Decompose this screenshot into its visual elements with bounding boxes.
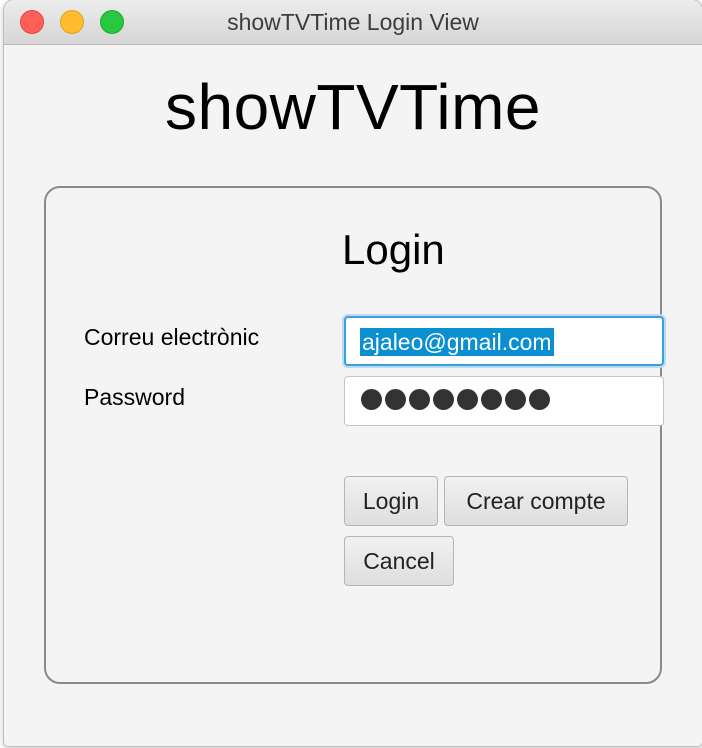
window-title: showTVTime Login View <box>227 9 479 35</box>
login-window: showTVTime Login View showTVTime Login C… <box>4 0 702 746</box>
password-mask-dot <box>481 389 502 410</box>
email-field[interactable]: ajaleo@gmail.com <box>344 316 664 366</box>
password-label: Password <box>84 384 185 410</box>
app-title: showTVTime <box>164 71 542 143</box>
email-field-value: ajaleo@gmail.com <box>360 328 554 356</box>
email-label: Correu electrònic <box>84 324 260 350</box>
password-mask-dot <box>529 389 550 410</box>
password-mask-dot <box>409 389 430 410</box>
login-heading: Login <box>342 226 445 273</box>
title-bar[interactable]: showTVTime Login View <box>4 0 702 45</box>
password-mask-dot <box>457 389 478 410</box>
login-button[interactable]: Login <box>344 476 438 526</box>
cancel-button[interactable]: Cancel <box>344 536 454 586</box>
password-mask <box>361 389 550 410</box>
create-account-button[interactable]: Crear compte <box>444 476 628 526</box>
password-mask-dot <box>385 389 406 410</box>
password-mask-dot <box>505 389 526 410</box>
login-panel: Login Correu electrònic ajaleo@gmail.com… <box>44 186 664 684</box>
password-mask-dot <box>433 389 454 410</box>
password-field[interactable] <box>344 376 664 426</box>
password-mask-dot <box>361 389 382 410</box>
